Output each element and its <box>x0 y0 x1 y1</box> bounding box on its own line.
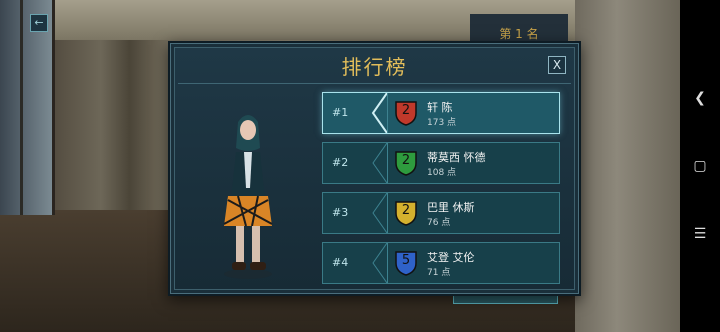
shield-level: 2 <box>401 153 411 168</box>
house-shield-icon: 2 <box>395 100 417 126</box>
leaderboard-row[interactable]: #4 5 艾登 艾伦 71 点 <box>322 242 560 284</box>
shield-level: 5 <box>401 253 411 268</box>
close-button[interactable]: X <box>548 56 566 74</box>
row-divider <box>387 93 388 133</box>
rank-number: #2 <box>332 156 349 169</box>
nav-back-icon[interactable]: ❮ <box>692 90 708 106</box>
leaderboard-row[interactable]: #2 2 蒂莫西 怀德 108 点 <box>322 142 560 184</box>
house-shield-icon: 5 <box>395 250 417 276</box>
background-window <box>0 0 55 215</box>
leaderboard-row[interactable]: #3 2 巴里 休斯 76 点 <box>322 192 560 234</box>
background-pillar <box>575 0 680 332</box>
player-name: 艾登 艾伦 <box>427 251 475 264</box>
house-shield-icon: 2 <box>395 200 417 226</box>
behind-rank-label: 第 1 名 <box>470 14 568 42</box>
arrow-left-icon: ← <box>34 16 44 29</box>
player-points: 108 点 <box>427 168 457 178</box>
title-divider <box>178 83 571 84</box>
chevron-left-icon <box>371 93 388 133</box>
house-shield-icon: 2 <box>395 150 417 176</box>
rank-number: #4 <box>332 256 349 269</box>
player-avatar <box>223 115 273 279</box>
shield-level: 2 <box>401 203 411 218</box>
player-name: 轩 陈 <box>427 101 453 114</box>
panel-title: 排行榜 <box>341 55 408 79</box>
chevron-left-icon <box>372 243 388 283</box>
player-name: 巴里 休斯 <box>427 201 475 214</box>
player-points: 71 点 <box>427 268 451 278</box>
chevron-left-icon <box>372 143 388 183</box>
row-divider <box>387 243 388 283</box>
player-points: 173 点 <box>427 118 457 128</box>
system-nav-bar: ❮ ▢ ☰ <box>680 0 720 332</box>
player-name: 蒂莫西 怀德 <box>427 151 486 164</box>
back-button[interactable]: ← <box>30 14 48 32</box>
leaderboard-list: #1 2 轩 陈 173 点 #2 2 蒂莫西 怀德 108 点 #3 2 巴里… <box>322 92 560 292</box>
nav-menu-icon[interactable]: ☰ <box>692 226 708 242</box>
rank-number: #1 <box>332 106 349 119</box>
rank-number: #3 <box>332 206 349 219</box>
shield-level: 2 <box>401 103 411 118</box>
nav-home-icon[interactable]: ▢ <box>692 158 708 174</box>
row-divider <box>387 143 388 183</box>
row-divider <box>387 193 388 233</box>
leaderboard-row[interactable]: #1 2 轩 陈 173 点 <box>322 92 560 134</box>
player-points: 76 点 <box>427 218 451 228</box>
chevron-left-icon <box>372 193 388 233</box>
